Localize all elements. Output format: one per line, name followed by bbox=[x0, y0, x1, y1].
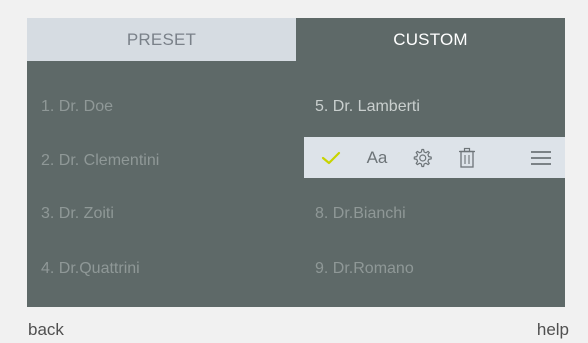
list-item[interactable]: 4. Dr.Quattrini bbox=[41, 260, 140, 278]
settings-button[interactable] bbox=[409, 137, 435, 178]
list-item[interactable]: 3. Dr. Zoiti bbox=[41, 205, 114, 223]
list-item[interactable]: 2. Dr. Clementini bbox=[41, 152, 159, 170]
list-item[interactable]: 5. Dr. Lamberti bbox=[315, 98, 420, 116]
menu-icon bbox=[530, 150, 552, 166]
font-icon: Aa bbox=[366, 147, 388, 167]
list-item[interactable]: 8. Dr.Bianchi bbox=[315, 205, 406, 223]
check-icon bbox=[321, 150, 341, 166]
tab-preset[interactable]: PRESET bbox=[27, 18, 296, 61]
help-button[interactable]: help bbox=[537, 320, 569, 340]
list-item[interactable]: 9. Dr.Romano bbox=[315, 260, 414, 278]
gear-icon bbox=[411, 147, 433, 169]
back-button[interactable]: back bbox=[28, 320, 64, 340]
trash-icon bbox=[458, 147, 476, 169]
edit-toolbar: Aa bbox=[304, 137, 565, 178]
device-screen: PRESET CUSTOM 1. Dr. Doe 2. Dr. Clementi… bbox=[0, 0, 588, 343]
font-button[interactable]: Aa bbox=[362, 137, 392, 178]
tab-bar: PRESET CUSTOM bbox=[27, 18, 565, 61]
list-item[interactable]: 1. Dr. Doe bbox=[41, 98, 113, 116]
confirm-button[interactable] bbox=[318, 137, 344, 178]
tab-custom[interactable]: CUSTOM bbox=[296, 18, 565, 61]
delete-button[interactable] bbox=[455, 137, 479, 178]
custom-list-panel: 1. Dr. Doe 2. Dr. Clementini 3. Dr. Zoit… bbox=[27, 61, 565, 307]
reorder-handle[interactable] bbox=[529, 137, 553, 178]
